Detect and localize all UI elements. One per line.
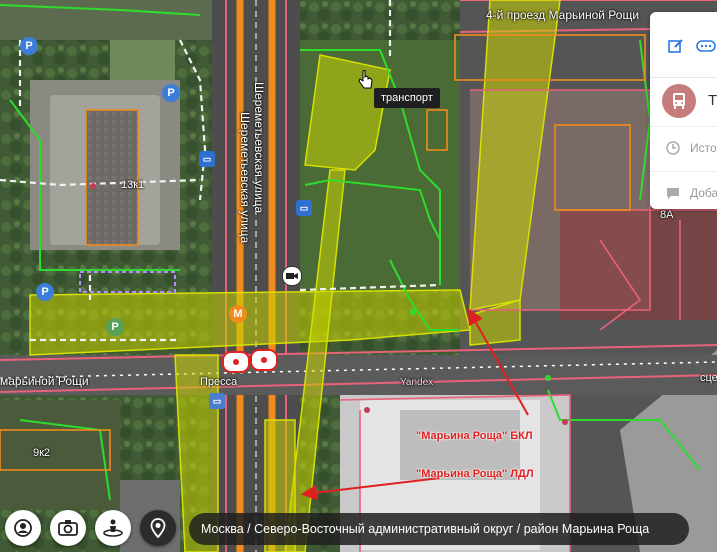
camera-icon [58, 520, 78, 536]
annotation-bkl: "Марьина Роща" БКЛ [416, 430, 533, 442]
poi-label-press[interactable]: Пресса [200, 376, 237, 388]
poi-label-yandex: Yandex [400, 377, 434, 388]
panel-title: Т [708, 92, 717, 109]
more-icon[interactable] [696, 38, 716, 54]
edit-icon[interactable] [668, 38, 684, 54]
video-camera-icon[interactable] [282, 266, 302, 286]
building-label-9k2: 9к2 [33, 447, 51, 459]
placemark-icon [150, 518, 166, 538]
user-location-icon [14, 519, 32, 537]
hover-tooltip: транспорт [374, 88, 440, 108]
eye-icon[interactable] [250, 349, 278, 371]
panel-row-history-label: Исто [690, 141, 717, 155]
street-label-top: 4-й проезд Марьиной Рощи [486, 8, 640, 22]
parking-icon[interactable]: P [36, 283, 54, 301]
camera-button[interactable] [50, 510, 86, 546]
bus-icon [662, 84, 696, 118]
eye-icon[interactable] [222, 351, 250, 373]
parking-icon[interactable]: P [106, 318, 124, 336]
street-label-vertical-2: Шереметьевская улица [238, 112, 252, 244]
bus-stop-icon[interactable]: ▭ [296, 200, 312, 216]
metro-icon[interactable]: M [229, 305, 247, 323]
placemark-button[interactable] [140, 510, 176, 546]
panel-row-add-label: Доба [690, 186, 717, 200]
comment-icon [666, 186, 680, 203]
building-label-13k1: 13к1 [121, 179, 145, 191]
parking-icon[interactable]: P [20, 37, 38, 55]
building-label-8a: 8А [660, 209, 674, 221]
user-location-button[interactable] [5, 510, 41, 546]
history-icon [666, 141, 680, 158]
street-label-vertical-1: Шереметьевская улица [252, 82, 266, 214]
street-label-right: сце [700, 372, 717, 384]
panel-header [650, 12, 717, 78]
panel-row-history[interactable]: Исто [650, 127, 717, 172]
object-side-panel: Т Исто Доба [650, 12, 717, 209]
panorama-button[interactable] [95, 510, 131, 546]
panorama-icon [103, 519, 123, 537]
cursor-icon [358, 70, 373, 89]
annotation-ldl: "Марьина Роща" ЛДЛ [416, 468, 534, 480]
parking-icon[interactable]: P [162, 84, 180, 102]
panel-object-row[interactable]: Т [650, 78, 717, 127]
bus-stop-icon[interactable]: ▭ [199, 151, 215, 167]
building-13k1 [86, 110, 138, 245]
breadcrumb[interactable]: Москва / Северо-Восточный административн… [189, 513, 689, 545]
street-label-left: марьиной Рощи [0, 374, 89, 388]
news-kiosk-icon[interactable]: ▭ [209, 393, 225, 409]
panel-row-add[interactable]: Доба [650, 172, 717, 209]
